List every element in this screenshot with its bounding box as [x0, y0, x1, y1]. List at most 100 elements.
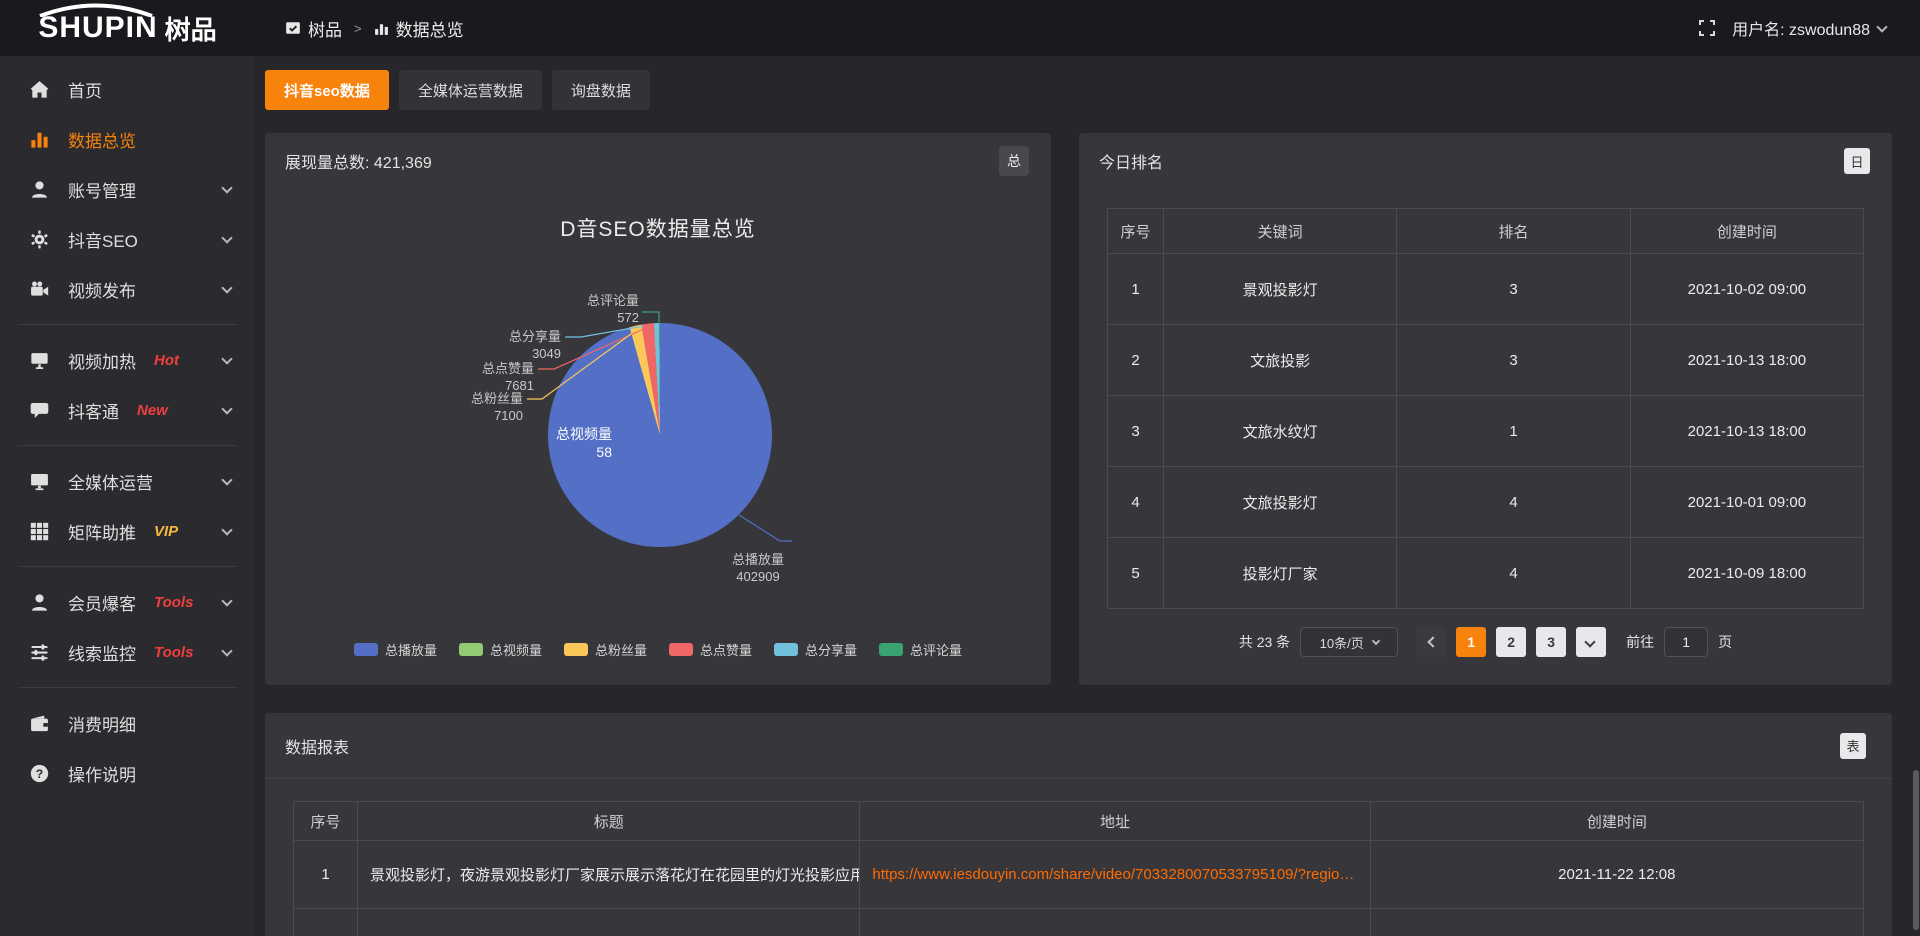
table-cell: 投影灯厂家: [1164, 538, 1397, 609]
sidebar-item-label: 抖客通: [68, 398, 119, 423]
impressions-panel: 展现量总数: 421,369 总 D音SEO数据量总览: [265, 133, 1051, 685]
sidebar-divider: [18, 324, 237, 325]
logo[interactable]: SHUPIN 树品: [0, 0, 255, 56]
data-tabs: 抖音seo数据全媒体运营数据询盘数据: [265, 70, 1892, 110]
tab-media-operation-data[interactable]: 全媒体运营数据: [399, 70, 542, 110]
user-icon: [30, 180, 50, 199]
table-cell: 2021-10-13 18:00: [1630, 396, 1863, 467]
table-cell: 2021-10-02 09:00: [1630, 254, 1863, 325]
topbar-right: 用户名: zswodun88: [1698, 16, 1920, 40]
column-header: 排名: [1397, 209, 1630, 254]
tab-douyin-seo-data[interactable]: 抖音seo数据: [265, 70, 389, 110]
legend-item-1[interactable]: 总视频量: [459, 640, 542, 659]
sidebar-item-label: 线索监控: [68, 640, 136, 665]
table-badge-button[interactable]: 表: [1840, 733, 1866, 759]
sidebar-item-member-burst[interactable]: 会员爆客Tools: [0, 577, 255, 627]
sidebar-item-douyin-seo[interactable]: 抖音SEO: [0, 214, 255, 264]
legend-label: 总视频量: [490, 640, 542, 659]
sidebar-item-clue-monitor[interactable]: 线索监控Tools: [0, 627, 255, 677]
page-size-select[interactable]: 10条/页: [1300, 627, 1398, 657]
table-cell: 4: [1397, 467, 1630, 538]
sidebar-item-video-publish[interactable]: 视频发布: [0, 264, 255, 314]
pie-label-videos: 总视频量58: [554, 425, 612, 461]
breadcrumb-root[interactable]: 树品: [308, 16, 342, 41]
chart-legend: 总播放量 总视频量 总粉丝量 总点赞量 总分享量 总评论量: [265, 640, 1051, 659]
monitor-icon: [30, 472, 50, 491]
table-cell: 1: [1108, 254, 1164, 325]
create-time: 2021-11-22 12:08: [1370, 841, 1863, 909]
sidebar-item-data-overview[interactable]: 数据总览: [0, 114, 255, 164]
sidebar-item-account[interactable]: 账号管理: [0, 164, 255, 214]
page-button-3[interactable]: 3: [1536, 627, 1566, 657]
pie-chart: D音SEO数据量总览 总评论量572: [265, 189, 1051, 685]
fullscreen-icon[interactable]: [1698, 19, 1716, 37]
column-header: 关键词: [1164, 209, 1397, 254]
column-header: 创建时间: [1370, 802, 1863, 841]
content: 抖音seo数据全媒体运营数据询盘数据 展现量总数: 421,369 总 D音SE…: [255, 56, 1920, 936]
legend-item-5[interactable]: 总评论量: [879, 640, 962, 659]
logo-arc: [36, 3, 156, 17]
prev-page-button[interactable]: [1416, 627, 1446, 657]
sidebar-item-label: 数据总览: [68, 127, 136, 152]
sidebar-item-consume-detail[interactable]: 消费明细: [0, 698, 255, 748]
sidebar-item-media-operation[interactable]: 全媒体运营: [0, 456, 255, 506]
chevron-down-icon: [221, 595, 232, 606]
legend-label: 总播放量: [385, 640, 437, 659]
table-row: 4文旅投影灯42021-10-01 09:00: [1108, 467, 1864, 538]
chevron-left-icon: [1427, 636, 1438, 647]
legend-swatch: [354, 643, 378, 656]
sidebar-item-home[interactable]: 首页: [0, 64, 255, 114]
chevron-down-icon: [1876, 21, 1887, 32]
report-panel: 数据报表 表 序号标题地址创建时间 1景观投影灯，夜游景观投影灯厂家展示展示落花…: [265, 713, 1892, 936]
table-row: 1景观投影灯32021-10-02 09:00: [1108, 254, 1864, 325]
ranking-panel: 今日排名 日 序号关键词排名创建时间 1景观投影灯32021-10-02 09:…: [1079, 133, 1892, 685]
tab-inquiry-data[interactable]: 询盘数据: [552, 70, 650, 110]
table-row: 5投影灯厂家42021-10-09 18:00: [1108, 538, 1864, 609]
column-header: 地址: [860, 802, 1370, 841]
legend-item-0[interactable]: 总播放量: [354, 640, 437, 659]
chevron-down-icon: [221, 282, 232, 293]
page-button-2[interactable]: 2: [1496, 627, 1526, 657]
legend-item-3[interactable]: 总点赞量: [669, 640, 752, 659]
sidebar-divider: [18, 687, 237, 688]
legend-item-2[interactable]: 总粉丝量: [564, 640, 647, 659]
legend-item-4[interactable]: 总分享量: [774, 640, 857, 659]
svg-text:?: ?: [36, 766, 43, 780]
goto-label: 前往: [1626, 632, 1654, 652]
sidebar-item-badge: Hot: [154, 352, 179, 369]
pie-label-shares: 总分享量3049: [509, 328, 561, 362]
legend-swatch: [459, 643, 483, 656]
chart-title: D音SEO数据量总览: [265, 213, 1051, 243]
table-cell: 4: [1108, 467, 1164, 538]
sidebar-item-matrix-boost[interactable]: 矩阵助推VIP: [0, 506, 255, 556]
table-row: 2文旅投影32021-10-13 18:00: [1108, 325, 1864, 396]
grid-icon: [30, 522, 50, 541]
scrollbar-thumb[interactable]: [1913, 770, 1919, 930]
sidebar-divider: [18, 445, 237, 446]
sidebar-item-douke-tong[interactable]: 抖客通New: [0, 385, 255, 435]
sidebar-item-operation-guide[interactable]: ? 操作说明: [0, 748, 255, 798]
day-badge-button[interactable]: 日: [1844, 148, 1870, 174]
table-cell: 5: [1108, 538, 1164, 609]
sidebar-item-badge: Tools: [154, 594, 193, 611]
total-count: 共 23 条: [1239, 632, 1290, 652]
sliders-icon: [30, 643, 50, 662]
page-buttons: 123: [1456, 627, 1566, 657]
goto-page-input[interactable]: 1: [1664, 627, 1708, 657]
username: 用户名: zswodun88: [1732, 16, 1870, 40]
report-link[interactable]: https://www.iesdouyin.com/share/video/70…: [872, 866, 1354, 883]
sidebar-item-video-heat[interactable]: 视频加热Hot: [0, 335, 255, 385]
next-page-button[interactable]: [1576, 627, 1606, 657]
page-button-1[interactable]: 1: [1456, 627, 1486, 657]
page-scrollbar[interactable]: [1912, 56, 1920, 936]
chevron-right-icon: [1584, 636, 1595, 647]
sidebar-item-label: 操作说明: [68, 761, 136, 786]
video-camera-icon: [30, 280, 50, 299]
total-badge-button[interactable]: 总: [999, 146, 1029, 176]
table-cell: 文旅水纹灯: [1164, 396, 1397, 467]
user-menu[interactable]: 用户名: zswodun88: [1732, 16, 1886, 40]
pie-label-plays: 总播放量402909: [721, 551, 795, 585]
legend-swatch: [669, 643, 693, 656]
legend-swatch: [879, 643, 903, 656]
sidebar-item-label: 首页: [68, 77, 102, 102]
